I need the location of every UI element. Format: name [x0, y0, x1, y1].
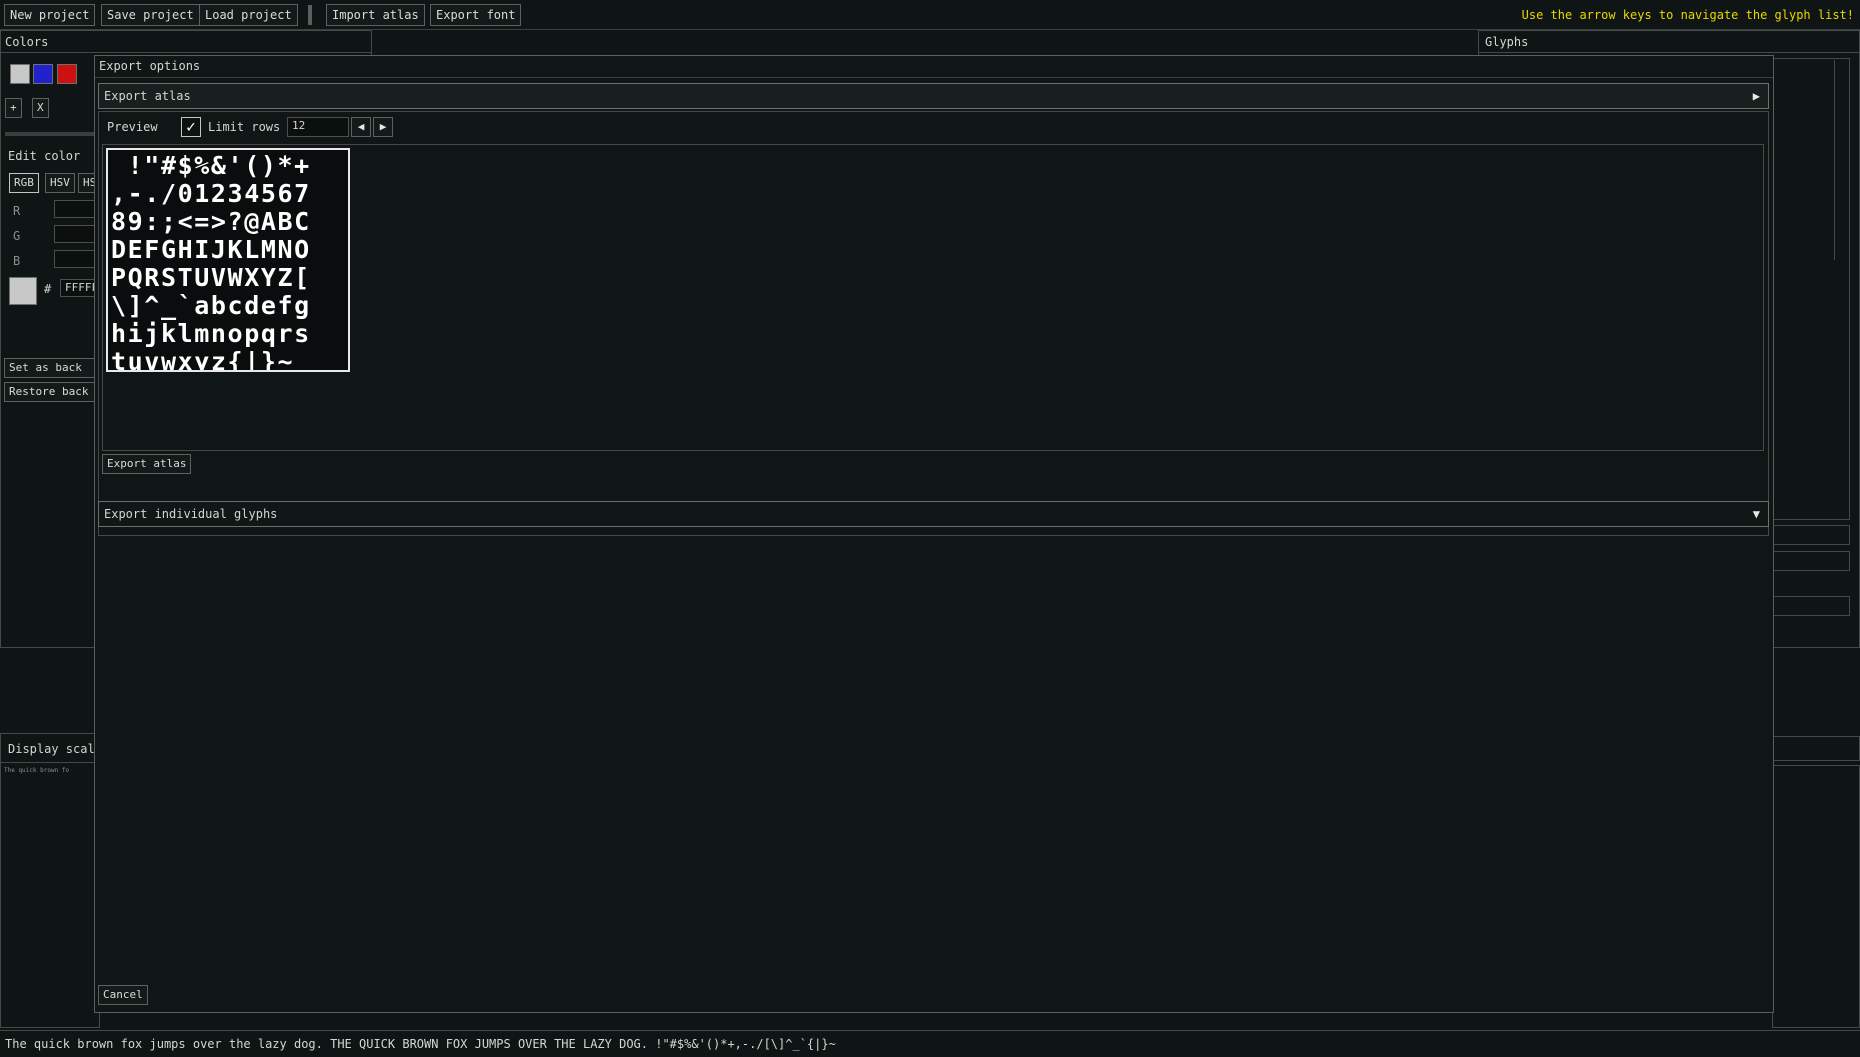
hex-hash-label: #: [44, 282, 52, 296]
glyph-field-1[interactable]: [1772, 525, 1850, 545]
modal-title: Export options: [99, 59, 201, 73]
rows-value-input[interactable]: 12: [287, 117, 349, 137]
edit-color-title: Edit color: [8, 149, 81, 163]
collapse-arrow-icon: ▼: [1752, 507, 1760, 521]
export-options-modal: Export options Export atlas ▶ Preview ✓ …: [94, 55, 1774, 1013]
display-preview-text: The quick brown fo: [4, 767, 70, 774]
colors-header-divider: [0, 52, 372, 53]
red-channel-field[interactable]: [54, 200, 98, 218]
hsv-mode-tab[interactable]: HSV: [45, 173, 75, 193]
atlas-row: ,-./01234567: [111, 179, 311, 208]
remove-color-button[interactable]: X: [32, 98, 49, 118]
restore-background-button[interactable]: Restore back: [4, 382, 104, 402]
modal-title-divider: [95, 77, 1773, 78]
atlas-row: hijklmnopqrs: [111, 319, 311, 348]
cancel-button[interactable]: Cancel: [98, 985, 148, 1005]
top-toolbar: New project Save project Load project Im…: [0, 0, 1860, 30]
rows-increment-button[interactable]: ▶: [373, 117, 393, 137]
green-channel-label: G: [13, 229, 21, 243]
limit-rows-checkbox[interactable]: ✓: [181, 117, 201, 137]
blue-channel-field[interactable]: [54, 250, 98, 268]
rgb-mode-tab[interactable]: RGB: [9, 173, 39, 193]
glyph-field-2[interactable]: [1772, 551, 1850, 571]
color-swatch-1[interactable]: [10, 64, 30, 84]
glyph-list-scrollbar[interactable]: [1834, 60, 1848, 260]
glyph-field-3[interactable]: [1772, 596, 1850, 616]
export-glyphs-section-title: Export individual glyphs: [104, 507, 278, 521]
load-project-button[interactable]: Load project: [199, 4, 298, 26]
blue-channel-label: B: [13, 254, 21, 268]
colors-header-split: [371, 30, 372, 52]
display-scale-divider: [0, 762, 100, 763]
colors-divider: [5, 132, 95, 136]
export-glyphs-section-header[interactable]: Export individual glyphs ▼: [98, 501, 1769, 527]
color-swatch-2[interactable]: [33, 64, 53, 84]
navigation-hint: Use the arrow keys to navigate the glyph…: [1521, 8, 1854, 22]
atlas-row: 89:;<=>?@ABC: [111, 207, 311, 236]
atlas-row: DEFGHIJKLMNO: [111, 235, 311, 264]
status-preview-text: The quick brown fox jumps over the lazy …: [5, 1037, 836, 1051]
set-background-button[interactable]: Set as back: [4, 358, 104, 378]
toolbar-separator: [308, 5, 312, 25]
arrow-left-icon: ◀: [357, 120, 365, 133]
status-bar: The quick brown fox jumps over the lazy …: [0, 1030, 1860, 1057]
green-channel-field[interactable]: [54, 225, 98, 243]
expand-arrow-icon: ▶: [1752, 89, 1760, 103]
arrow-right-icon: ▶: [379, 120, 387, 133]
rows-decrement-button[interactable]: ◀: [351, 117, 371, 137]
color-swatch-3[interactable]: [57, 64, 77, 84]
export-font-button[interactable]: Export font: [430, 4, 522, 26]
save-project-button[interactable]: Save project: [101, 4, 200, 26]
atlas-preview-image: !"#$%&'()*+ ,-./01234567 89:;<=>?@ABC DEFGH…: [106, 148, 350, 372]
import-atlas-button[interactable]: Import atlas: [326, 4, 425, 26]
limit-rows-label: Limit rows: [208, 120, 281, 134]
export-atlas-button[interactable]: Export atlas: [102, 454, 192, 474]
colors-panel-title: Colors: [5, 35, 49, 49]
export-atlas-section-title: Export atlas: [104, 89, 191, 103]
display-scale-title: Display scal: [8, 742, 95, 756]
glyph-preview-panel: [1772, 765, 1860, 1028]
preview-label: Preview: [107, 120, 158, 134]
atlas-row: !"#$%&'()*+: [111, 151, 311, 180]
atlas-row: \]^_`abcdefg: [111, 291, 311, 320]
glyphs-header-divider: [1478, 52, 1860, 53]
export-atlas-section-header[interactable]: Export atlas ▶: [98, 83, 1769, 109]
atlas-row: PQRSTUVWXYZ[: [111, 263, 311, 292]
atlas-preview-area: [102, 144, 1764, 451]
atlas-row: tuvwxyz{|}~: [111, 347, 311, 372]
red-channel-label: R: [13, 204, 21, 218]
display-scale-panel: [0, 733, 100, 1028]
glyphs-panel-title: Glyphs: [1485, 35, 1529, 49]
add-color-button[interactable]: +: [5, 98, 22, 118]
new-project-button[interactable]: New project: [4, 4, 96, 26]
color-preview: [9, 277, 37, 305]
glyph-canvas-panel: [1772, 736, 1860, 761]
